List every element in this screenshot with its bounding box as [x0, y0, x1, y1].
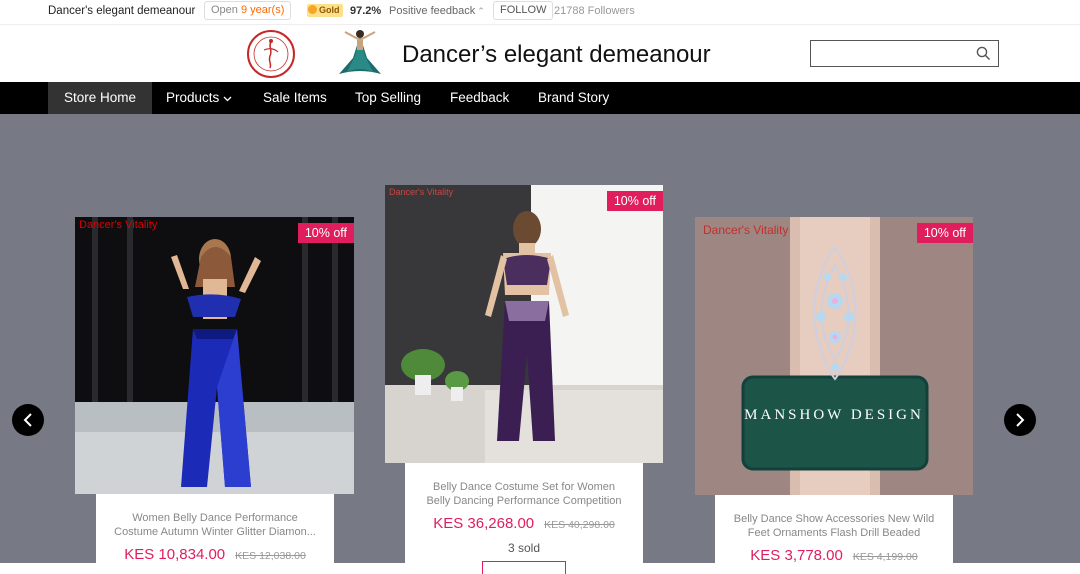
discount-badge: 10% off: [297, 223, 354, 243]
nav-store-home[interactable]: Store Home: [48, 82, 153, 114]
product-image-3[interactable]: Dancer's Vitality 10% off MANSHOW DESIGN: [695, 217, 973, 495]
product-title[interactable]: Women Belly Dance Performance Costume Au…: [96, 511, 334, 539]
store-age-prefix: Open: [211, 4, 241, 16]
sold-count: 3 sold: [507, 541, 541, 555]
product-old-price: KES 12,038.00: [235, 550, 306, 562]
product-old-price: KES 4,199.00: [852, 551, 918, 563]
discount-badge: 10% off: [606, 191, 663, 211]
medal-icon: [308, 5, 317, 14]
chevron-up-icon: ⌃: [477, 6, 485, 16]
nav-sale-items[interactable]: Sale Items: [247, 82, 343, 114]
followers-count: 21788 Followers: [554, 1, 635, 21]
gold-seller-badge: Gold: [307, 4, 343, 17]
store-info-bar: Dancer's elegant demeanour Open 9 year(s…: [0, 0, 1080, 25]
product-photo: [75, 217, 354, 494]
arrow-left-icon: [23, 413, 32, 427]
follow-button[interactable]: FOLLOW: [493, 1, 554, 20]
carousel-prev-button[interactable]: [12, 404, 44, 436]
product-prices: KES 36,268.00 KES 40,298.00: [405, 515, 643, 533]
nav-brand-story[interactable]: Brand Story: [522, 82, 625, 114]
store-nav: Store Home Products Sale Items Top Selli…: [0, 82, 1080, 114]
brand-watermark: Dancer's Vitality: [389, 187, 454, 197]
nav-feedback[interactable]: Feedback: [434, 82, 525, 114]
store-logo[interactable]: [247, 30, 295, 78]
search-icon[interactable]: [976, 46, 991, 66]
product-price: KES 3,778.00: [750, 547, 843, 564]
feedback-rating: 97.2%: [350, 5, 382, 17]
brand-watermark: Dancer's Vitality: [703, 223, 789, 237]
product-prices: KES 10,834.00 KES 12,038.00: [96, 546, 334, 564]
store-title: Dancer’s elegant demeanour: [402, 41, 711, 68]
chevron-down-icon: [223, 90, 232, 105]
discount-badge: 10% off: [916, 223, 973, 243]
nav-label: Products: [166, 90, 220, 105]
carousel-next-button[interactable]: [1004, 404, 1036, 436]
feedback-label: Positive feedback: [389, 5, 476, 17]
product-image-1[interactable]: Dancer's Vitality 10% off: [75, 217, 354, 494]
nav-top-selling[interactable]: Top Selling: [339, 82, 437, 114]
arrow-right-icon: [1016, 413, 1025, 427]
store-search: [810, 40, 999, 67]
nav-label: Sale Items: [263, 90, 327, 105]
nav-products[interactable]: Products: [150, 82, 248, 114]
product-card-2: Belly Dance Costume Set for Women Belly …: [405, 463, 643, 574]
product-old-price: KES 40,298.00: [544, 519, 615, 531]
nav-label: Feedback: [450, 90, 510, 105]
product-image-2[interactable]: Dancer's Vitality 10% off: [385, 185, 663, 463]
positive-feedback-toggle[interactable]: Positive feedback ⌃: [389, 1, 485, 21]
product-card-1: Women Belly Dance Performance Costume Au…: [96, 494, 334, 563]
nav-label: Top Selling: [355, 90, 422, 105]
product-price: KES 36,268.00: [433, 515, 535, 532]
nav-label: Store Home: [64, 90, 137, 105]
product-title[interactable]: Belly Dance Costume Set for Women Belly …: [405, 480, 643, 508]
product-card-3: Belly Dance Show Accessories New Wild Fe…: [715, 495, 953, 565]
product-carousel: Dancer's Vitality 10% off Women Belly Da…: [0, 114, 1080, 574]
store-age-years: 9 year(s): [240, 4, 285, 16]
search-input[interactable]: [815, 41, 979, 67]
image-brand-text: MANSHOW DESIGN: [744, 407, 924, 423]
store-header: Dancer’s elegant demeanour: [0, 25, 1080, 82]
followers-number: 21788: [554, 5, 585, 17]
store-age-badge: Open 9 year(s): [204, 1, 292, 20]
product-title[interactable]: Belly Dance Show Accessories New Wild Fe…: [715, 512, 953, 540]
followers-label: Followers: [584, 5, 635, 17]
product-photo: [385, 185, 663, 463]
store-name-link[interactable]: Dancer's elegant demeanour: [48, 1, 195, 21]
product-prices: KES 3,778.00 KES 4,199.00: [715, 547, 953, 565]
gold-badge-label: Gold: [319, 5, 340, 15]
product-photo: [695, 217, 973, 495]
dancer-logo-image: [333, 28, 387, 80]
product-price: KES 10,834.00: [124, 546, 226, 563]
nav-label: Brand Story: [538, 90, 610, 105]
brand-watermark: Dancer's Vitality: [79, 219, 158, 231]
